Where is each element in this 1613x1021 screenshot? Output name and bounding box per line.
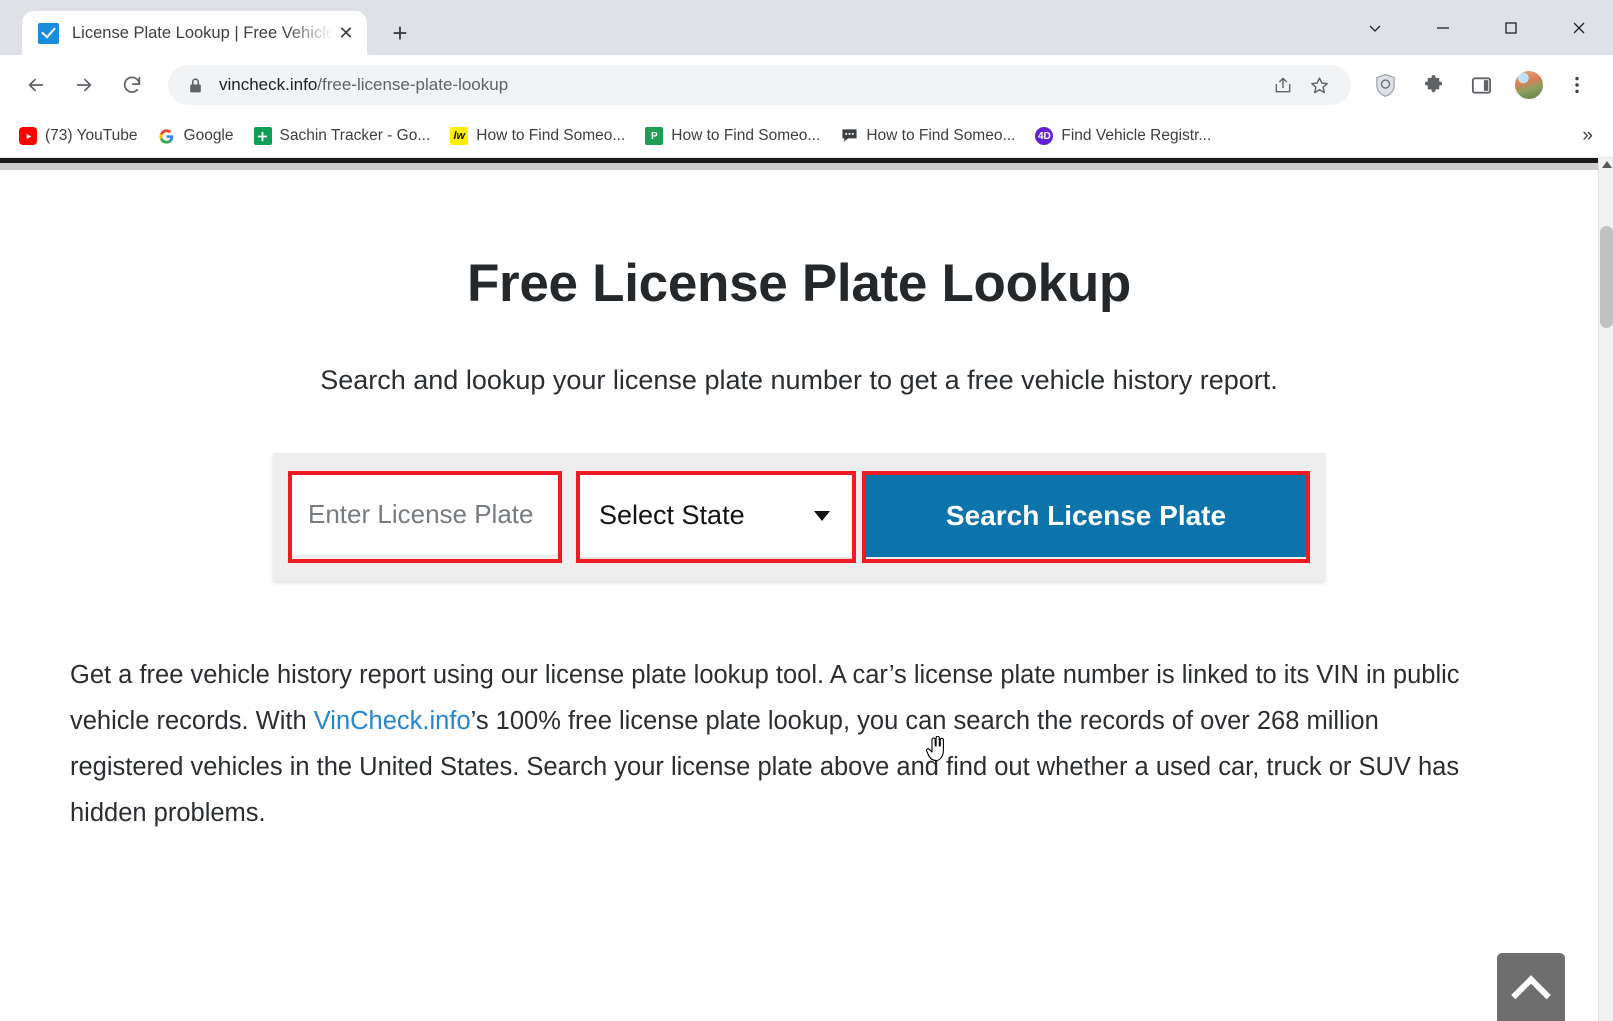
lock-icon bbox=[188, 77, 203, 94]
license-plate-input[interactable] bbox=[292, 474, 558, 555]
bookmark-find-vehicle-registration[interactable]: 4D Find Vehicle Registr... bbox=[1026, 121, 1220, 151]
state-select[interactable]: Select State bbox=[580, 474, 852, 559]
lookup-form-wrapper: Select State Search License Plate bbox=[0, 452, 1598, 581]
breadcrumb-divider bbox=[0, 163, 1598, 170]
youtube-icon bbox=[19, 127, 37, 145]
page-viewport: Home / License Plate Lookup Free License… bbox=[0, 158, 1613, 1021]
page-subtitle: Search and lookup your license plate num… bbox=[320, 365, 1278, 396]
slides-icon: P bbox=[645, 127, 664, 145]
share-icon[interactable] bbox=[1265, 67, 1301, 103]
chat-icon bbox=[840, 127, 858, 145]
window-controls bbox=[1341, 0, 1613, 55]
scrollbar-thumb[interactable] bbox=[1600, 226, 1613, 328]
bookmark-label: Find Vehicle Registr... bbox=[1061, 127, 1212, 144]
new-tab-button[interactable]: + bbox=[383, 16, 417, 50]
plate-input-highlight bbox=[288, 470, 562, 563]
sheets-icon bbox=[253, 127, 272, 145]
tab-strip: License Plate Lookup | Free Vehicle Hist… bbox=[0, 0, 1613, 55]
back-arrow-icon[interactable] bbox=[14, 63, 58, 107]
lookup-form: Select State Search License Plate bbox=[273, 452, 1325, 581]
search-button-highlight: Search License Plate bbox=[862, 470, 1310, 563]
bookmark-how-to-find-2[interactable]: P How to Find Someo... bbox=[636, 121, 829, 151]
bookmark-google[interactable]: Google bbox=[149, 121, 243, 151]
url-domain: vincheck.info bbox=[219, 75, 318, 94]
bookmarks-bar: (73) YouTube Google Sachin Tracker - Go.… bbox=[0, 115, 1613, 158]
vincheck-link[interactable]: VinCheck.info bbox=[314, 707, 471, 735]
browser-toolbar: vincheck.info/free-license-plate-lookup bbox=[0, 55, 1613, 115]
checkmark-favicon bbox=[38, 22, 59, 44]
url-path: /free-license-plate-lookup bbox=[317, 75, 509, 94]
bookmarks-overflow-button[interactable]: » bbox=[1572, 125, 1603, 147]
extensions-puzzle-icon[interactable] bbox=[1411, 63, 1455, 107]
bookmark-label: How to Find Someo... bbox=[476, 127, 626, 144]
browser-tab[interactable]: License Plate Lookup | Free Vehicle Hist… bbox=[22, 11, 367, 55]
reload-icon[interactable] bbox=[110, 63, 154, 107]
bookmark-label: Google bbox=[183, 127, 234, 144]
page-title: Free License Plate Lookup bbox=[466, 254, 1132, 313]
tab-search-icon[interactable] bbox=[1341, 0, 1409, 55]
page-content: Home / License Plate Lookup Free License… bbox=[0, 158, 1598, 836]
bookmark-label: (73) YouTube bbox=[45, 127, 138, 144]
hero-section: Free License Plate Lookup Search and loo… bbox=[0, 170, 1598, 581]
chevron-down-icon bbox=[814, 510, 830, 521]
bookmark-label: How to Find Someo... bbox=[866, 127, 1016, 144]
bookmark-label: Sachin Tracker - Go... bbox=[279, 127, 431, 144]
intro-paragraph: Get a free vehicle history report using … bbox=[70, 653, 1480, 837]
address-bar[interactable]: vincheck.info/free-license-plate-lookup bbox=[168, 65, 1351, 105]
page-scrollbar[interactable] bbox=[1598, 158, 1613, 1021]
forward-arrow-icon[interactable] bbox=[62, 63, 106, 107]
scrollbar-up-arrow-icon[interactable] bbox=[1602, 161, 1612, 168]
state-select-highlight: Select State bbox=[576, 470, 856, 563]
bookmark-how-to-find-3[interactable]: How to Find Someo... bbox=[831, 121, 1024, 151]
browser-window: License Plate Lookup | Free Vehicle Hist… bbox=[0, 0, 1613, 1021]
chrome-menu-icon[interactable] bbox=[1555, 63, 1599, 107]
url-text: vincheck.info/free-license-plate-lookup bbox=[219, 75, 1265, 95]
maximize-icon[interactable] bbox=[1477, 0, 1545, 55]
bookmark-sachin-tracker[interactable]: Sachin Tracker - Go... bbox=[245, 121, 440, 151]
lw-icon: lw bbox=[450, 127, 469, 145]
close-icon[interactable] bbox=[1545, 0, 1613, 55]
google-icon bbox=[158, 127, 176, 145]
bookmark-youtube[interactable]: (73) YouTube bbox=[10, 121, 147, 151]
state-select-label: Select State bbox=[599, 500, 745, 531]
minimize-icon[interactable] bbox=[1409, 0, 1477, 55]
scroll-to-top-button[interactable] bbox=[1497, 953, 1565, 1021]
breadcrumb-bar: Home / License Plate Lookup bbox=[0, 158, 1598, 163]
tab-title: License Plate Lookup | Free Vehicle Hist… bbox=[72, 23, 333, 42]
avatar bbox=[1514, 70, 1544, 100]
search-license-plate-button[interactable]: Search License Plate bbox=[866, 474, 1306, 557]
4d-icon: 4D bbox=[1035, 127, 1054, 145]
star-icon[interactable] bbox=[1301, 67, 1337, 103]
bookmark-how-to-find-1[interactable]: lw How to Find Someo... bbox=[441, 121, 634, 151]
side-panel-icon[interactable] bbox=[1459, 63, 1503, 107]
tab-close-icon[interactable]: ✕ bbox=[333, 20, 359, 46]
shield-icon[interactable] bbox=[1363, 63, 1407, 107]
profile-avatar[interactable] bbox=[1507, 63, 1551, 107]
bookmark-label: How to Find Someo... bbox=[671, 127, 821, 144]
